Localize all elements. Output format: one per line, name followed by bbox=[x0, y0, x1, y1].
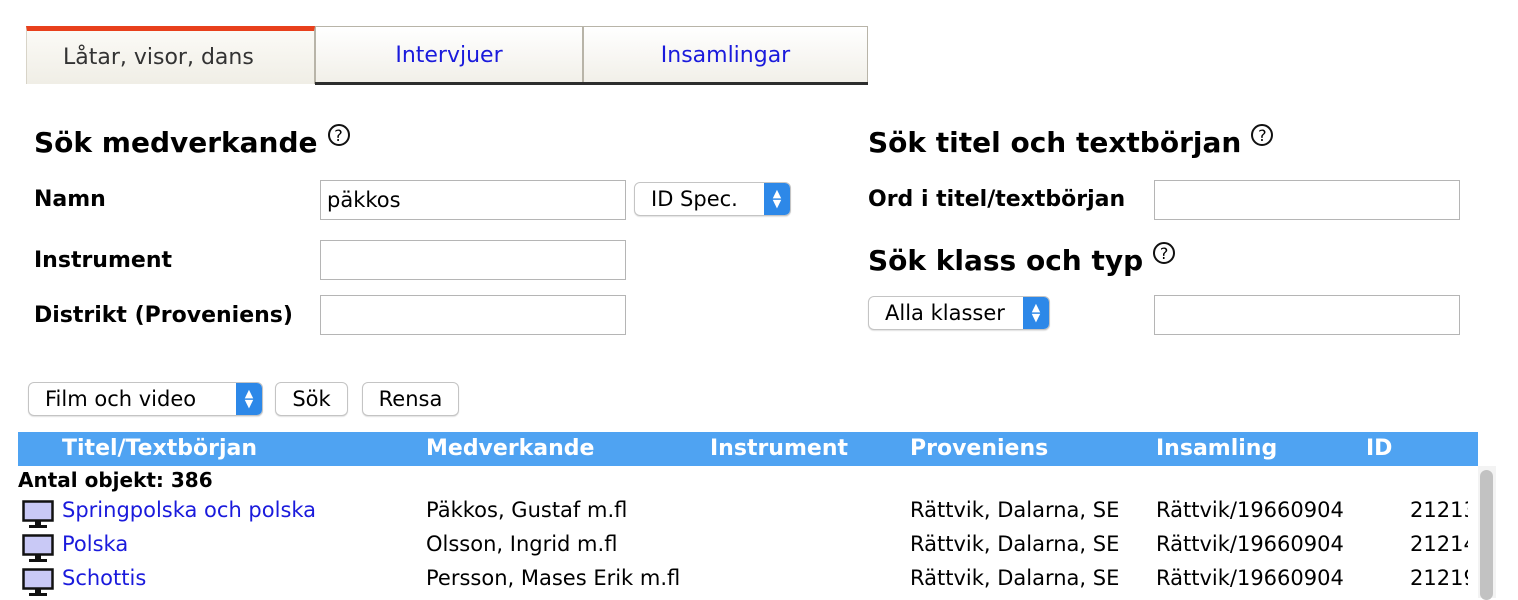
column-title[interactable]: Titel/Textbörjan bbox=[62, 436, 257, 461]
row-title-link[interactable]: Springpolska och polska bbox=[62, 498, 316, 522]
table-row: Springpolska och polska Päkkos, Gustaf m… bbox=[18, 498, 1478, 532]
name-label: Namn bbox=[34, 187, 106, 212]
instrument-label: Instrument bbox=[34, 248, 172, 273]
row-collection: Rättvik/19660904 bbox=[1156, 532, 1344, 556]
title-words-label: Ord i titel/textbörjan bbox=[868, 187, 1126, 212]
tab-bar: Låtar, visor, dans Intervjuer Insamlinga… bbox=[26, 26, 868, 86]
row-performers: Persson, Mases Erik m.fl bbox=[426, 566, 681, 590]
help-icon[interactable]: ? bbox=[327, 124, 350, 146]
result-count: Antal objekt: 386 bbox=[18, 468, 213, 492]
column-performers[interactable]: Medverkande bbox=[426, 436, 594, 461]
id-spec-select-value: ID Spec. bbox=[651, 187, 738, 211]
results-scrollbar[interactable] bbox=[1478, 466, 1496, 600]
performer-search-heading: Sök medverkande? bbox=[34, 124, 350, 159]
row-provenance: Rättvik, Dalarna, SE bbox=[910, 532, 1120, 556]
row-provenance: Rättvik, Dalarna, SE bbox=[910, 498, 1120, 522]
id-spec-select[interactable]: ID Spec. ▲ ▼ bbox=[634, 182, 791, 216]
class-search-title: Sök klass och typ bbox=[868, 244, 1144, 277]
name-input[interactable] bbox=[320, 180, 626, 220]
help-icon[interactable]: ? bbox=[1153, 242, 1176, 264]
row-id: 21214 bbox=[1410, 532, 1468, 556]
performer-search-title: Sök medverkande bbox=[34, 126, 318, 159]
column-instrument[interactable]: Instrument bbox=[710, 436, 848, 461]
results-header: Titel/Textbörjan Medverkande Instrument … bbox=[18, 432, 1478, 466]
title-words-input[interactable] bbox=[1154, 180, 1460, 220]
class-select-value: Alla klasser bbox=[885, 301, 1005, 325]
class-search-heading: Sök klass och typ? bbox=[868, 242, 1176, 277]
row-id: 21219 bbox=[1410, 566, 1468, 590]
type-input[interactable] bbox=[1154, 295, 1460, 335]
select-arrows-icon: ▲ ▼ bbox=[1023, 297, 1049, 329]
tab-collections[interactable]: Insamlingar bbox=[583, 26, 868, 84]
instrument-input[interactable] bbox=[320, 240, 626, 280]
row-collection: Rättvik/19660904 bbox=[1156, 566, 1344, 590]
column-collection[interactable]: Insamling bbox=[1156, 436, 1277, 461]
row-title-link[interactable]: Polska bbox=[62, 532, 128, 556]
tab-bar-underline bbox=[315, 82, 868, 85]
monitor-icon bbox=[22, 534, 54, 562]
class-select[interactable]: Alla klasser ▲ ▼ bbox=[868, 296, 1050, 330]
media-select-value: Film och video bbox=[45, 387, 197, 411]
column-id[interactable]: ID bbox=[1366, 436, 1392, 461]
select-arrows-icon: ▲ ▼ bbox=[236, 383, 262, 415]
help-icon[interactable]: ? bbox=[1251, 124, 1274, 146]
row-performers: Päkkos, Gustaf m.fl bbox=[426, 498, 628, 522]
select-arrows-icon: ▲ ▼ bbox=[764, 183, 790, 215]
tab-interviews[interactable]: Intervjuer bbox=[315, 26, 583, 84]
row-title-link[interactable]: Schottis bbox=[62, 566, 146, 590]
row-performers: Olsson, Ingrid m.fl bbox=[426, 532, 618, 556]
district-label: Distrikt (Proveniens) bbox=[34, 303, 293, 328]
monitor-icon bbox=[22, 500, 54, 528]
clear-button[interactable]: Rensa bbox=[362, 382, 459, 416]
row-collection: Rättvik/19660904 bbox=[1156, 498, 1344, 522]
row-provenance: Rättvik, Dalarna, SE bbox=[910, 566, 1120, 590]
title-search-title: Sök titel och textbörjan bbox=[868, 126, 1242, 159]
monitor-icon bbox=[22, 568, 54, 596]
column-provenance[interactable]: Proveniens bbox=[910, 436, 1048, 461]
tab-songs-dances[interactable]: Låtar, visor, dans bbox=[26, 26, 315, 84]
table-row: Polska Olsson, Ingrid m.fl Rättvik, Dala… bbox=[18, 532, 1478, 566]
title-search-heading: Sök titel och textbörjan? bbox=[868, 124, 1274, 159]
district-input[interactable] bbox=[320, 295, 626, 335]
scrollbar-thumb[interactable] bbox=[1480, 470, 1493, 600]
table-row: Schottis Persson, Mases Erik m.fl Rättvi… bbox=[18, 566, 1478, 600]
row-id: 21213 bbox=[1410, 498, 1468, 522]
media-select[interactable]: Film och video ▲ ▼ bbox=[28, 382, 263, 416]
search-button[interactable]: Sök bbox=[275, 382, 348, 416]
